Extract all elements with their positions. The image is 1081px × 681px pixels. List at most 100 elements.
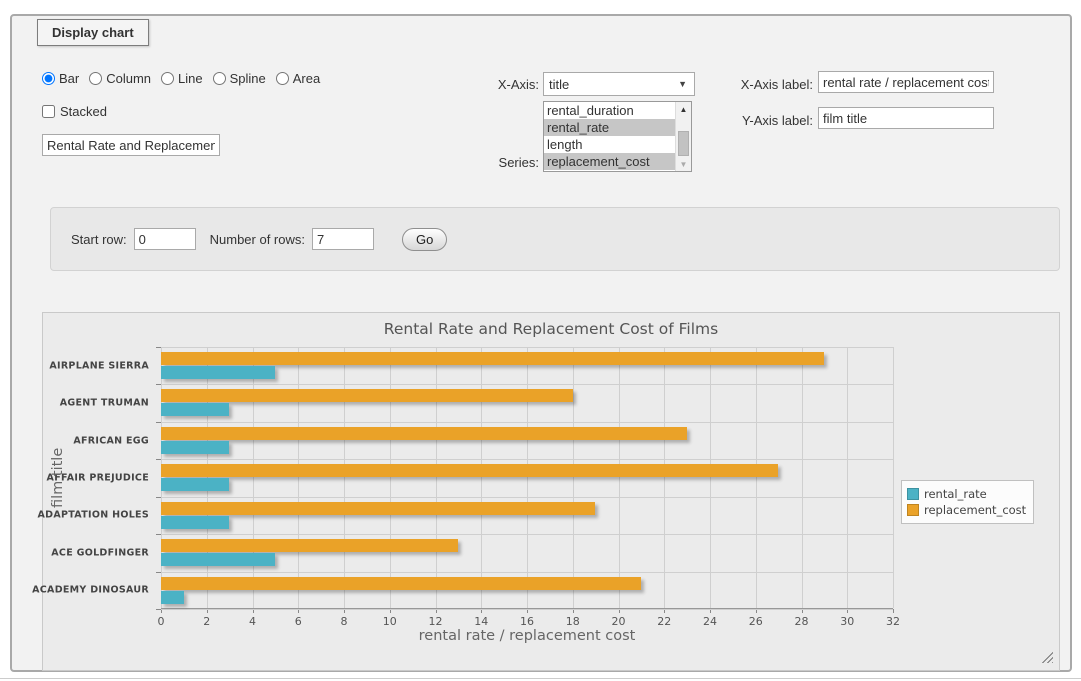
y-tick-mark bbox=[156, 347, 161, 348]
gridline bbox=[756, 347, 757, 608]
y-tick-mark bbox=[156, 534, 161, 535]
series-multiselect[interactable]: rental_durationrental_ratelengthreplacem… bbox=[543, 101, 692, 172]
bar-rental_rate bbox=[161, 516, 229, 529]
bar-rental_rate bbox=[161, 441, 229, 454]
display-chart-fieldset: Display chart BarColumnLineSplineArea St… bbox=[10, 14, 1072, 672]
x-tick-label: 8 bbox=[341, 615, 348, 628]
legend-entry: rental_rate bbox=[907, 487, 1026, 501]
x-tick-label: 4 bbox=[249, 615, 256, 628]
gridline bbox=[161, 459, 893, 460]
chart-type-line[interactable]: Line bbox=[161, 71, 203, 86]
stacked-checkbox[interactable] bbox=[42, 105, 55, 118]
bar-replacement_cost bbox=[161, 389, 573, 402]
gridline bbox=[161, 534, 893, 535]
radio-bar[interactable] bbox=[42, 72, 55, 85]
radio-label: Bar bbox=[59, 71, 79, 86]
series-option-length[interactable]: length bbox=[544, 136, 675, 153]
bar-replacement_cost bbox=[161, 352, 824, 365]
go-button[interactable]: Go bbox=[402, 228, 447, 251]
series-option-replacement_cost[interactable]: replacement_cost bbox=[544, 153, 675, 170]
x-tick-label: 0 bbox=[158, 615, 165, 628]
bar-rental_rate bbox=[161, 403, 229, 416]
y-axis-label-input[interactable] bbox=[818, 107, 994, 129]
x-axis-selected-value: title bbox=[549, 77, 569, 92]
gridline bbox=[619, 347, 620, 608]
scrollbar-thumb[interactable] bbox=[678, 131, 689, 156]
chart-title-input[interactable] bbox=[42, 134, 220, 156]
y-tick-mark bbox=[156, 422, 161, 423]
chart-type-radio-group: Bar Column Line Spline Area bbox=[42, 71, 320, 86]
gridline bbox=[161, 497, 893, 498]
bar-replacement_cost bbox=[161, 539, 458, 552]
radio-label: Column bbox=[106, 71, 151, 86]
legend-entry: replacement_cost bbox=[907, 503, 1026, 517]
gridline bbox=[802, 347, 803, 608]
gridline bbox=[253, 347, 254, 608]
number-of-rows-input[interactable] bbox=[312, 228, 374, 250]
gridline bbox=[436, 347, 437, 608]
gridline bbox=[298, 347, 299, 608]
scroll-down-icon[interactable]: ▼ bbox=[676, 157, 691, 171]
radio-spline[interactable] bbox=[213, 72, 226, 85]
resize-handle[interactable] bbox=[1041, 651, 1053, 663]
series-option-rental_duration[interactable]: rental_duration bbox=[544, 102, 675, 119]
radio-label: Spline bbox=[230, 71, 266, 86]
gridline bbox=[481, 347, 482, 608]
x-tick-label: 2 bbox=[203, 615, 210, 628]
x-tick-label: 24 bbox=[703, 615, 717, 628]
legend-swatch-icon bbox=[907, 504, 919, 516]
gridline bbox=[847, 347, 848, 608]
chart-container: Rental Rate and Replacement Cost of Film… bbox=[42, 312, 1060, 671]
x-tick-label: 14 bbox=[474, 615, 488, 628]
gridline bbox=[161, 609, 893, 610]
chart-type-column[interactable]: Column bbox=[89, 71, 151, 86]
stacked-label: Stacked bbox=[60, 104, 107, 119]
series-select-label: Series: bbox=[463, 155, 539, 170]
bar-rental_rate bbox=[161, 478, 229, 491]
y-tick-mark bbox=[156, 609, 161, 610]
bar-rental_rate bbox=[161, 553, 275, 566]
radio-label: Line bbox=[178, 71, 203, 86]
legend-label: rental_rate bbox=[924, 487, 987, 501]
bar-replacement_cost bbox=[161, 427, 687, 440]
gridline bbox=[161, 422, 893, 423]
y-axis-label-label: Y-Axis label: bbox=[658, 113, 813, 128]
y-axis-title: film title bbox=[49, 347, 67, 609]
x-tick-label: 18 bbox=[566, 615, 580, 628]
gridline bbox=[527, 347, 528, 608]
plot-area bbox=[161, 347, 893, 609]
bar-rental_rate bbox=[161, 591, 184, 604]
chart-type-bar[interactable]: Bar bbox=[42, 71, 79, 86]
chart-legend: rental_rate replacement_cost bbox=[901, 480, 1034, 524]
radio-line[interactable] bbox=[161, 72, 174, 85]
gridline bbox=[161, 572, 893, 573]
series-options: rental_durationrental_ratelengthreplacem… bbox=[544, 102, 675, 171]
x-axis-title: rental rate / replacement cost bbox=[419, 628, 636, 644]
radio-label: Area bbox=[293, 71, 320, 86]
radio-column[interactable] bbox=[89, 72, 102, 85]
x-tick-label: 32 bbox=[886, 615, 900, 628]
chart-type-area[interactable]: Area bbox=[276, 71, 320, 86]
x-axis-label-label: X-Axis label: bbox=[658, 77, 813, 92]
x-axis-select-label: X-Axis: bbox=[463, 77, 539, 92]
series-option-rental_rate[interactable]: rental_rate bbox=[544, 119, 675, 136]
x-axis-label-input[interactable] bbox=[818, 71, 994, 93]
row-range-panel: Start row: Number of rows: Go bbox=[50, 207, 1060, 271]
chart-type-spline[interactable]: Spline bbox=[213, 71, 266, 86]
stacked-option[interactable]: Stacked bbox=[42, 104, 107, 119]
gridline bbox=[161, 384, 893, 385]
gridline bbox=[573, 347, 574, 608]
start-row-input[interactable] bbox=[134, 228, 196, 250]
x-tick-label: 10 bbox=[383, 615, 397, 628]
x-tick-label: 22 bbox=[657, 615, 671, 628]
x-tick-label: 16 bbox=[520, 615, 534, 628]
x-tick-label: 30 bbox=[840, 615, 854, 628]
x-tick-label: 6 bbox=[295, 615, 302, 628]
bar-rental_rate bbox=[161, 366, 275, 379]
y-tick-mark bbox=[156, 459, 161, 460]
legend-swatch-icon bbox=[907, 488, 919, 500]
category-label: AFRICAN EGG bbox=[73, 435, 149, 446]
bar-replacement_cost bbox=[161, 577, 641, 590]
legend-label: replacement_cost bbox=[924, 503, 1026, 517]
radio-area[interactable] bbox=[276, 72, 289, 85]
